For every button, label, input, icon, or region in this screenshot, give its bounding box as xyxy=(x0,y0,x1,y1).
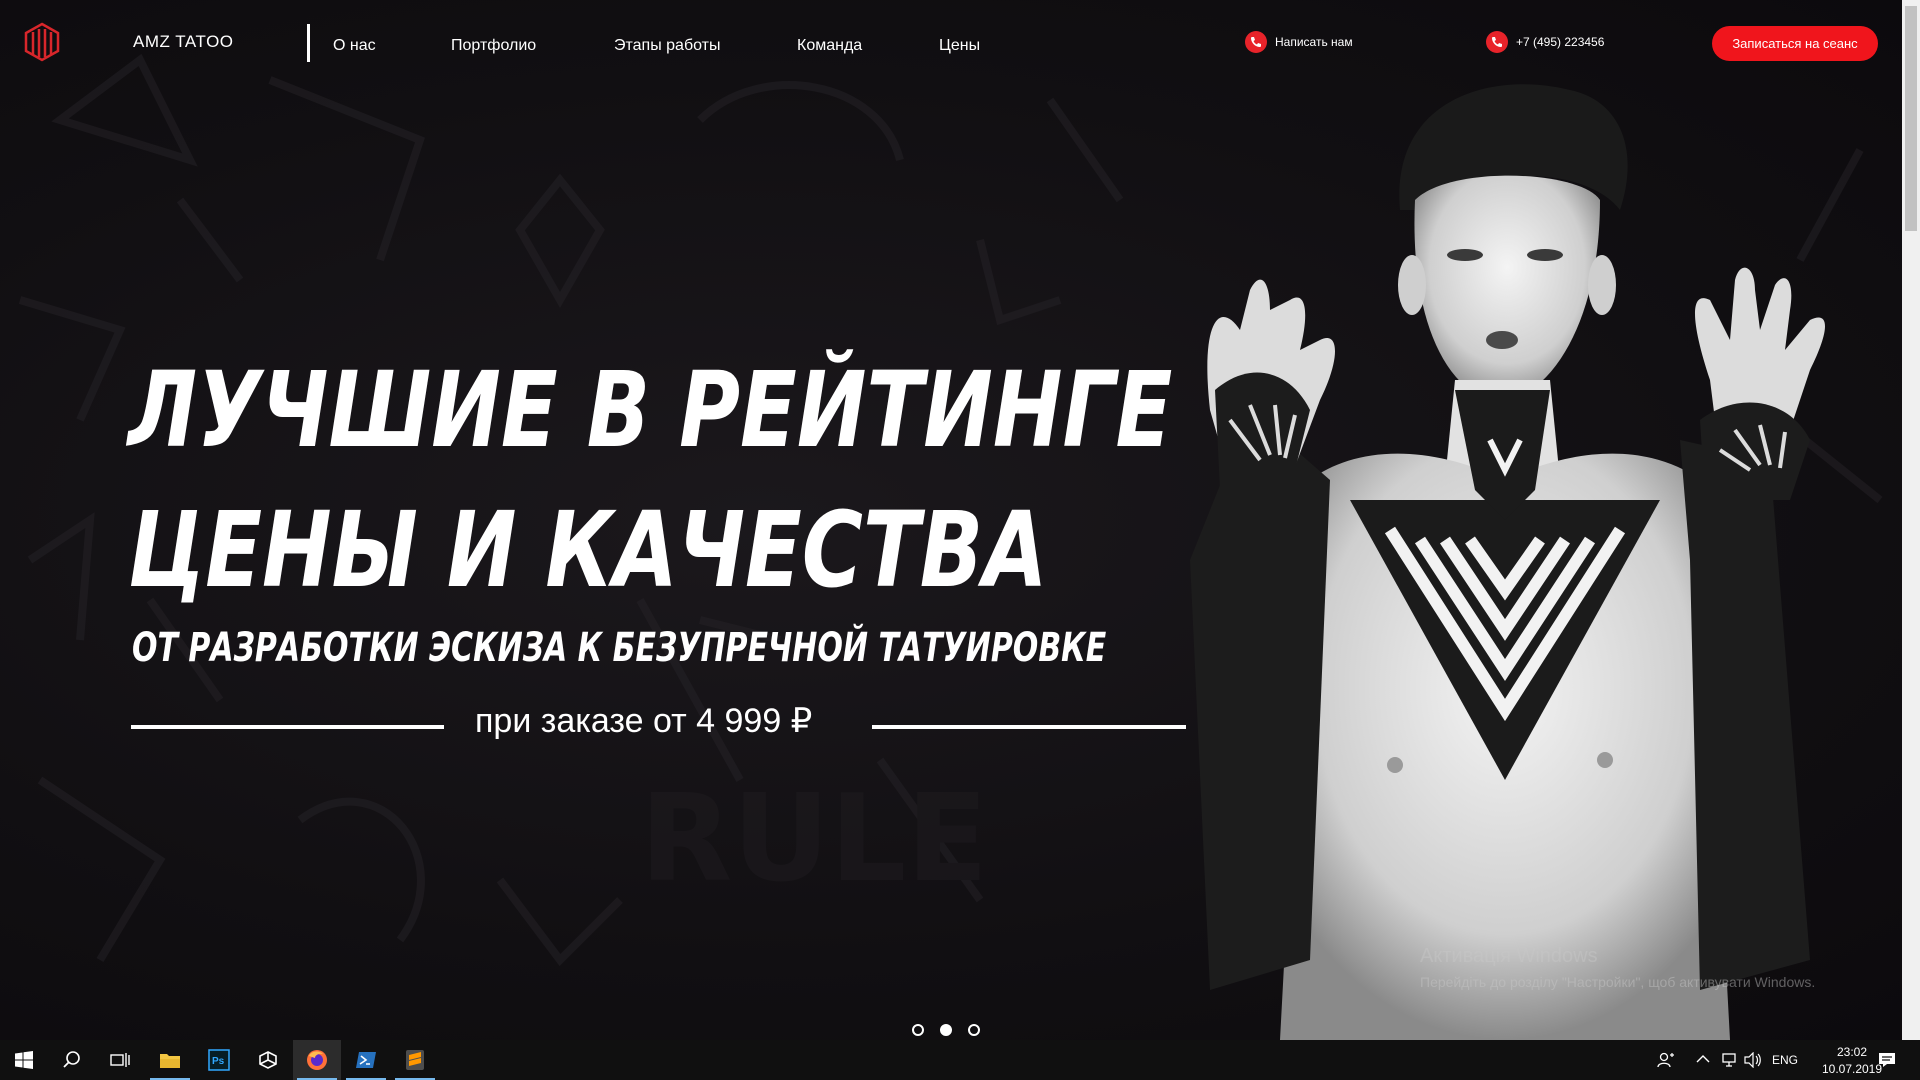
price-line-right xyxy=(872,725,1186,729)
svg-text:Ps: Ps xyxy=(212,1056,225,1067)
unity-icon xyxy=(259,1051,277,1069)
language-indicator[interactable]: ENG xyxy=(1772,1053,1798,1067)
folder-icon xyxy=(160,1054,180,1068)
chevron-up-icon[interactable] xyxy=(1696,1054,1710,1064)
slider-dot-1[interactable] xyxy=(912,1024,924,1036)
nav-item-portfolio[interactable]: Портфолио xyxy=(451,37,536,55)
network-icon[interactable] xyxy=(1720,1052,1738,1068)
nav-divider xyxy=(307,24,310,62)
hero-price: при заказе от 4 999 ₽ xyxy=(475,702,813,740)
hero-headline-line-2: ЦЕНЫ И КАЧЕСТВА xyxy=(128,489,1048,611)
taskbar-search-button[interactable] xyxy=(48,1040,96,1080)
clock-date: 10.07.2019 xyxy=(1821,1062,1883,1076)
taskbar-app-file-explorer[interactable] xyxy=(146,1040,194,1080)
hero-subheadline: ОТ РАЗРАБОТКИ ЭСКИЗА К БЕЗУПРЕЧНОЙ ТАТУИ… xyxy=(132,625,1107,671)
windows-taskbar: Ps ENG 23:02 10.07.2019 xyxy=(0,1040,1920,1080)
svg-text:RULE: RULE xyxy=(640,770,988,909)
contact-message-link[interactable]: Написать нам xyxy=(1245,31,1353,53)
nav-item-team[interactable]: Команда xyxy=(797,37,862,55)
slider-dot-3[interactable] xyxy=(968,1024,980,1036)
nav-item-about[interactable]: О нас xyxy=(333,37,376,55)
windows-icon xyxy=(15,1051,33,1069)
hero-headline-line-1: ЛУЧШИЕ В РЕЙТИНГЕ xyxy=(128,349,1173,471)
scrollbar-thumb[interactable] xyxy=(1905,6,1917,231)
firefox-icon xyxy=(307,1050,327,1070)
taskbar-app-powershell[interactable] xyxy=(342,1040,390,1080)
volume-icon[interactable] xyxy=(1744,1052,1762,1068)
clock-time: 23:02 xyxy=(1836,1045,1868,1059)
windows-activation-watermark: Активація Windows Перейдіть до розділу "… xyxy=(1420,945,1815,990)
hero-model-photo xyxy=(1190,84,1825,1040)
slider-dots xyxy=(912,1024,980,1036)
contact-phone-link[interactable]: +7 (495) 223456 xyxy=(1486,31,1604,53)
photoshop-icon: Ps xyxy=(208,1049,230,1071)
people-icon[interactable] xyxy=(1657,1052,1675,1068)
nav-item-prices[interactable]: Цены xyxy=(939,37,980,55)
task-view-button[interactable] xyxy=(96,1040,144,1080)
taskbar-app-sublime-text[interactable] xyxy=(391,1040,439,1080)
web-page: RULE AMZ TATOO О нас Портфолио Этапы раб… xyxy=(0,0,1902,1040)
nav-item-stages[interactable]: Этапы работы xyxy=(614,37,721,55)
taskbar-app-firefox[interactable] xyxy=(293,1040,341,1080)
contact-message-label: Написать нам xyxy=(1275,35,1353,49)
book-session-button[interactable]: Записаться на сеанс xyxy=(1712,26,1878,61)
brand-name[interactable]: AMZ TATOO xyxy=(133,32,234,52)
phone-icon xyxy=(1245,31,1267,53)
watermark-title: Активація Windows xyxy=(1420,945,1598,967)
sublime-text-icon xyxy=(406,1050,424,1070)
taskbar-app-photoshop[interactable]: Ps xyxy=(195,1040,243,1080)
slider-dot-2[interactable] xyxy=(940,1024,952,1036)
brand-logo-icon[interactable] xyxy=(24,22,60,62)
notifications-icon[interactable] xyxy=(1878,1052,1896,1068)
page-scrollbar[interactable] xyxy=(1902,0,1920,1040)
desktop-screen: RULE AMZ TATOO О нас Портфолио Этапы раб… xyxy=(0,0,1920,1080)
powershell-icon xyxy=(356,1052,376,1068)
hero-headline: ЛУЧШИЕ В РЕЙТИНГЕ ЦЕНЫ И КАЧЕСТВА xyxy=(128,340,1172,620)
watermark-subtitle: Перейдіть до розділу "Настройки", щоб ак… xyxy=(1420,974,1816,990)
contact-phone-number: +7 (495) 223456 xyxy=(1516,35,1605,49)
phone-icon xyxy=(1486,31,1508,53)
search-icon xyxy=(63,1051,80,1068)
start-button[interactable] xyxy=(0,1040,48,1080)
taskbar-app-unity[interactable] xyxy=(244,1040,292,1080)
task-view-icon xyxy=(110,1053,130,1067)
price-line-left xyxy=(131,725,444,729)
clock[interactable]: 23:02 10.07.2019 xyxy=(1819,1045,1885,1076)
